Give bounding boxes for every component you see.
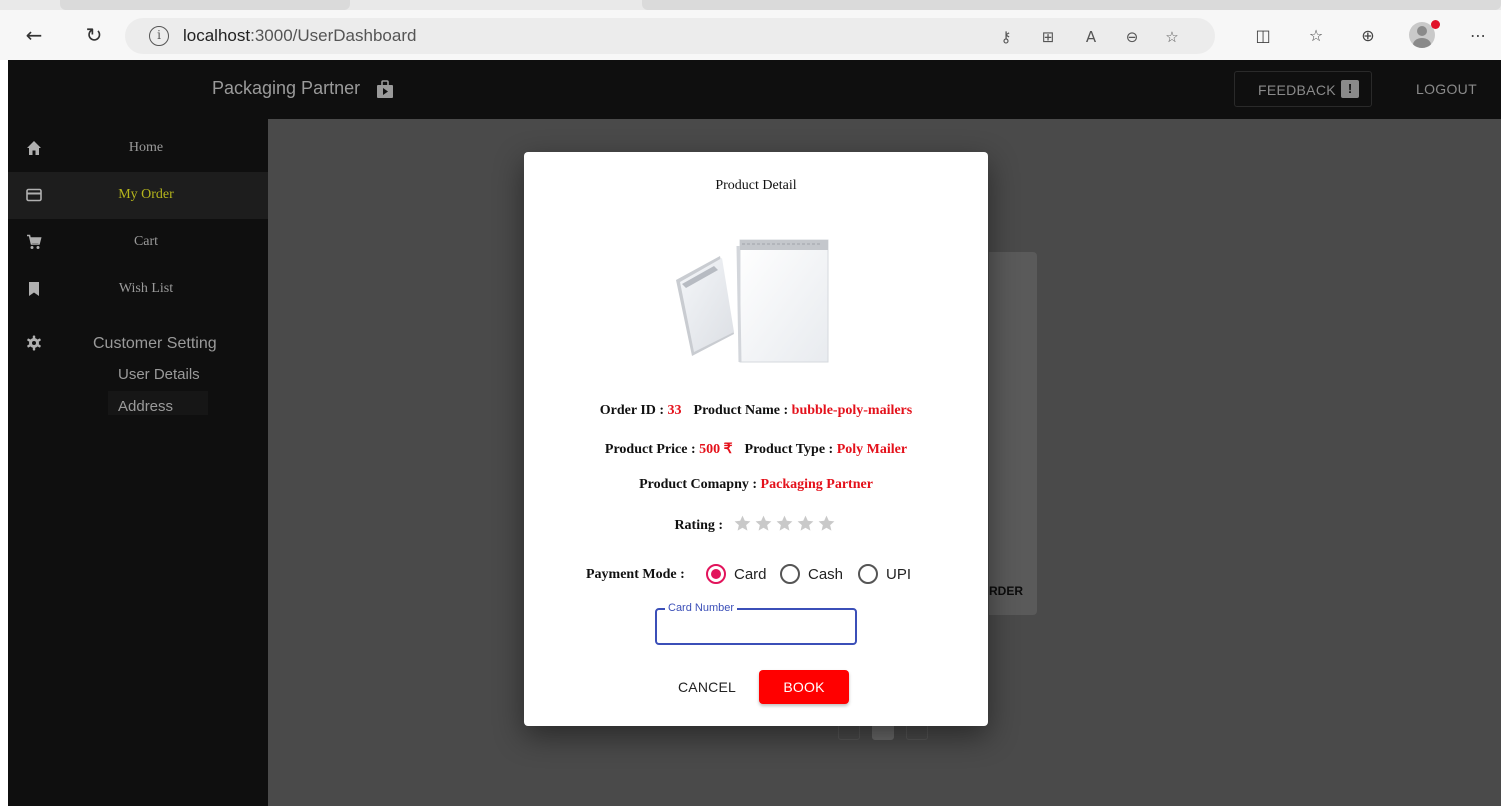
window-edge [0, 60, 8, 806]
order-id-value: 33 [667, 403, 682, 418]
sidebar-item-my-order[interactable]: My Order [8, 172, 268, 219]
feedback-label: FEEDBACK [1258, 82, 1336, 98]
address-bar[interactable]: i localhost:3000/UserDashboard ⚷ ⊞ A ⊖ ☆ [125, 18, 1215, 54]
product-type-label: Product Type : [744, 442, 837, 457]
payment-mode-group: Payment Mode : Card Cash UPI [586, 562, 946, 588]
card-number-input[interactable] [665, 618, 845, 636]
reload-icon[interactable]: ↻ [82, 23, 106, 47]
product-name-label: Product Name : [693, 403, 792, 418]
url-text[interactable]: localhost:3000/UserDashboard [183, 26, 416, 46]
profile-notification-dot [1431, 20, 1440, 29]
rating-row: Rating : [524, 514, 988, 538]
product-image [676, 239, 829, 363]
split-screen-icon[interactable]: ◫ [1251, 24, 1275, 48]
browser-tab[interactable] [60, 0, 350, 10]
payment-mode-label: Payment Mode : [586, 567, 685, 582]
feedback-icon: ! [1341, 80, 1359, 98]
radio-card-label[interactable]: Card [734, 566, 767, 583]
product-company-label: Product Comapny : [639, 477, 761, 492]
shopping-bag-icon [377, 80, 393, 98]
sidebar-item-label: My Order [118, 187, 174, 202]
browser-tab[interactable] [642, 0, 1501, 10]
price-type-row: Product Price : 500 ₹ Product Type : Poly… [524, 441, 988, 458]
app-available-icon[interactable]: ⊞ [1037, 26, 1059, 48]
radio-upi[interactable] [858, 564, 878, 584]
key-icon[interactable]: ⚷ [995, 26, 1017, 48]
sidebar-item-wish-list[interactable]: Wish List [8, 266, 268, 313]
radio-cash[interactable] [780, 564, 800, 584]
dialog-title: Product Detail [715, 178, 797, 193]
order-button-partial[interactable]: RDER [989, 584, 1023, 598]
read-aloud-icon[interactable]: A [1080, 26, 1102, 48]
card-number-field[interactable]: Card Number [655, 602, 857, 645]
product-price-label: Product Price : [604, 442, 700, 457]
star-icon[interactable] [796, 514, 815, 533]
bookmark-icon [29, 282, 39, 296]
product-price-value: 500 ₹ [699, 442, 733, 457]
order-id-label: Order ID : [599, 403, 668, 418]
product-detail-dialog: Product Detail Order ID : 33 Product Name… [524, 152, 988, 726]
product-company-value: Packaging Partner [760, 477, 873, 492]
sidebar-subitem-user-details[interactable]: User Details [118, 366, 200, 383]
radio-cash-label[interactable]: Cash [808, 566, 843, 583]
rating-label: Rating : [674, 518, 727, 533]
site-info-icon[interactable]: i [149, 26, 169, 46]
sidebar-item-label: Cart [133, 234, 159, 249]
browser-toolbar: ← ↻ i localhost:3000/UserDashboard ⚷ ⊞ A… [0, 10, 1501, 60]
radio-upi-label[interactable]: UPI [886, 566, 911, 583]
url-path: :3000/UserDashboard [250, 26, 417, 45]
sidebar-item-label: Wish List [118, 281, 174, 296]
star-icon[interactable] [733, 514, 752, 533]
sidebar-item-label: Home [128, 140, 164, 155]
product-name-value: bubble-poly-mailers [791, 403, 913, 418]
sidebar: Home My Order Cart Wish List Customer Se… [8, 119, 268, 806]
product-type-value: Poly Mailer [836, 442, 908, 457]
more-menu-icon[interactable]: ⋯ [1466, 24, 1490, 48]
star-icon[interactable] [817, 514, 836, 533]
favorites-icon[interactable]: ☆ [1304, 24, 1328, 48]
card-number-label: Card Number [665, 602, 738, 614]
sidebar-subitem-address[interactable]: Address [118, 398, 173, 415]
radio-card[interactable] [706, 564, 726, 584]
order-card: RDER [989, 252, 1037, 615]
order-product-row: Order ID : 33 Product Name : bubble-poly-… [524, 403, 988, 419]
sidebar-item-label: Customer Setting [93, 335, 217, 352]
back-icon[interactable]: ← [22, 23, 46, 47]
brand-title: Packaging Partner [212, 78, 361, 98]
cancel-button[interactable]: CANCEL [670, 670, 744, 704]
star-icon[interactable] [754, 514, 773, 533]
star-rating[interactable] [733, 514, 838, 538]
sidebar-item-cart[interactable]: Cart [8, 219, 268, 266]
sidebar-item-customer-setting[interactable]: Customer Setting [8, 329, 268, 359]
browser-tab-strip [0, 0, 1501, 10]
favorite-star-icon[interactable]: ☆ [1161, 26, 1183, 48]
cart-icon [27, 234, 42, 249]
url-host: localhost [183, 26, 251, 45]
card-icon [26, 188, 42, 202]
star-icon[interactable] [775, 514, 794, 533]
app-header: Packaging Partner FEEDBACK ! LOGOUT [8, 60, 1501, 119]
feedback-button[interactable]: FEEDBACK ! [1234, 71, 1372, 107]
sidebar-item-home[interactable]: Home [8, 125, 268, 172]
zoom-icon[interactable]: ⊖ [1121, 26, 1143, 48]
collections-icon[interactable]: ⊕ [1356, 24, 1380, 48]
home-icon [27, 141, 41, 155]
logout-button[interactable]: LOGOUT [1416, 81, 1477, 97]
book-button[interactable]: BOOK [759, 670, 849, 704]
gear-icon [27, 335, 41, 351]
company-row: Product Comapny : Packaging Partner [524, 477, 988, 493]
